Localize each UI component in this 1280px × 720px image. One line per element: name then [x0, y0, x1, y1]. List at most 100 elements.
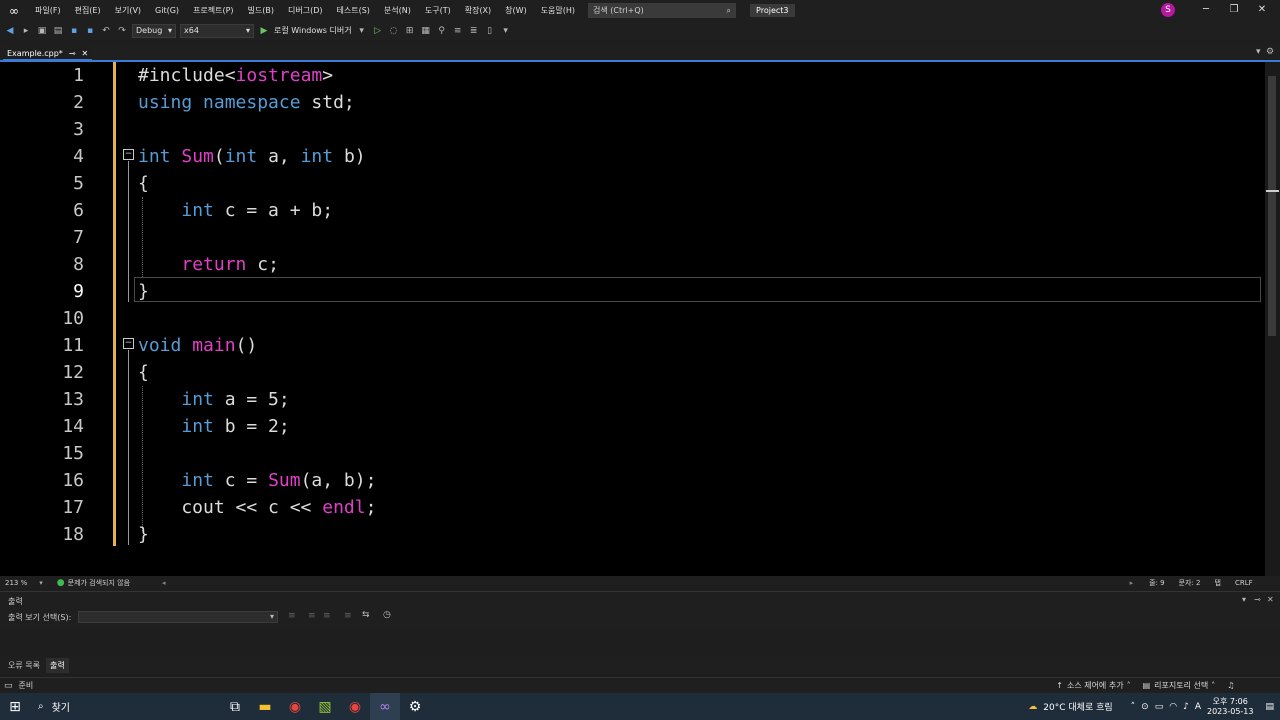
comment-icon[interactable]: ≡: [452, 26, 464, 36]
close-icon[interactable]: ✕: [1267, 595, 1274, 604]
output-text-area[interactable]: [0, 628, 1280, 658]
pin-icon[interactable]: ⊸: [1254, 595, 1261, 604]
code-editor[interactable]: − − 1 #include<iostream> 2 using namespa…: [0, 62, 1265, 576]
output-source-select[interactable]: ▾: [78, 611, 278, 623]
clear-all-icon[interactable]: ≡: [344, 611, 352, 621]
line-ending-indicator[interactable]: CRLF: [1235, 579, 1253, 587]
menu-window[interactable]: 창(W): [498, 5, 534, 16]
visual-studio-icon[interactable]: ∞: [370, 693, 400, 720]
volume-icon[interactable]: ♪: [1183, 702, 1189, 712]
weather-text[interactable]: 20°C 대체로 흐림: [1043, 700, 1112, 713]
toolbar-options-icon[interactable]: ▾: [500, 26, 512, 36]
vs-status-bar: ▭ 준비 ↑ 소스 제어에 추가 ˄ ▤ 리포지토리 선택 ˄ ♫: [0, 677, 1280, 693]
tab-output[interactable]: 출력: [45, 658, 69, 673]
close-icon[interactable]: ✕: [1252, 2, 1272, 18]
code-line: 6 int c = a + b;: [0, 197, 1265, 224]
taskbar-search[interactable]: ⌕ 찾기: [30, 693, 220, 720]
file-explorer-icon[interactable]: ▬: [250, 693, 280, 720]
notification-bell-icon[interactable]: ♫: [1227, 681, 1234, 690]
vertical-scrollbar[interactable]: [1265, 62, 1280, 576]
visual-studio-logo-icon[interactable]: ∞: [0, 0, 28, 21]
tab-list-icon[interactable]: ▾: [1256, 47, 1261, 57]
word-wrap-icon[interactable]: ⇆: [362, 610, 370, 620]
notification-icon[interactable]: ▤: [1265, 702, 1274, 712]
code-line: 8 return c;: [0, 251, 1265, 278]
previous-message-icon[interactable]: ≡: [308, 611, 316, 621]
search-input[interactable]: 검색 (Ctrl+Q) ⌕: [588, 3, 737, 18]
uncomment-icon[interactable]: ≣: [468, 26, 480, 36]
settings-icon[interactable]: ⚙: [1266, 47, 1274, 57]
search-icon: ⌕: [726, 5, 732, 15]
account-avatar[interactable]: S: [1161, 3, 1175, 17]
menu-help[interactable]: 도움말(H): [534, 5, 582, 16]
chrome-icon[interactable]: ◉: [280, 693, 310, 720]
menu-view[interactable]: 보기(V): [108, 5, 148, 16]
add-to-source-control-button[interactable]: 소스 제어에 추가: [1067, 680, 1124, 691]
line-indicator[interactable]: 줄: 9: [1149, 578, 1164, 588]
chevron-down-icon: ▾: [269, 612, 274, 621]
clock-icon[interactable]: ◷: [383, 610, 391, 620]
next-message-icon[interactable]: ≡: [323, 611, 331, 621]
find-message-icon[interactable]: ≡: [288, 611, 296, 621]
menu-extensions[interactable]: 확장(X): [458, 5, 498, 16]
scrollbar-thumb[interactable]: [1268, 76, 1276, 336]
solution-explorer-icon[interactable]: ▦: [420, 26, 432, 36]
navigate-forward-icon[interactable]: ▸: [20, 26, 32, 36]
menu-tools[interactable]: 도구(T): [418, 5, 458, 16]
start-debugging-button[interactable]: 로컬 Windows 디버거: [274, 25, 352, 36]
scroll-right-icon[interactable]: ▸: [1130, 579, 1134, 587]
new-project-icon[interactable]: ▣: [36, 26, 48, 36]
save-icon[interactable]: ▪: [68, 26, 80, 36]
issues-status[interactable]: 문제가 검색되지 않음: [68, 578, 130, 588]
battery-icon[interactable]: ▭: [1155, 702, 1164, 712]
menu-project[interactable]: 프로젝트(P): [186, 5, 241, 16]
save-all-icon[interactable]: ▪: [84, 26, 96, 36]
configuration-select[interactable]: Debug ▾: [132, 23, 176, 38]
start-debugging-icon[interactable]: ▶: [258, 26, 270, 36]
network-icon[interactable]: ⊙: [1141, 702, 1149, 712]
whitespace-indicator[interactable]: 탭: [1214, 578, 1220, 588]
navigate-back-icon[interactable]: ◀: [4, 26, 16, 36]
menu-git[interactable]: Git(G): [148, 6, 186, 15]
menu-test[interactable]: 테스트(S): [330, 5, 377, 16]
menu-build[interactable]: 빌드(B): [241, 5, 281, 16]
minimize-icon[interactable]: ─: [1196, 2, 1216, 18]
scroll-left-icon[interactable]: ◂: [162, 579, 166, 587]
diagnostics-icon[interactable]: ⊞: [404, 26, 416, 36]
close-tab-icon[interactable]: ✕: [82, 49, 89, 58]
tab-example-cpp[interactable]: Example.cpp* ⊸ ✕: [3, 47, 93, 61]
select-repository-button[interactable]: 리포지토리 선택: [1154, 680, 1208, 691]
wifi-icon[interactable]: ◠: [1169, 702, 1177, 712]
chrome-profile-icon[interactable]: ◉: [340, 693, 370, 720]
hot-reload-icon[interactable]: ◌: [388, 26, 400, 36]
panel-options-icon[interactable]: ▾: [1242, 595, 1246, 604]
bookmark-icon[interactable]: ▯: [484, 26, 496, 36]
task-view-icon[interactable]: ⧉: [220, 693, 250, 720]
menu-debug[interactable]: 디버그(D): [281, 5, 329, 16]
open-file-icon[interactable]: ▤: [52, 26, 64, 36]
maximize-icon[interactable]: ❐: [1224, 2, 1244, 18]
tab-error-list[interactable]: 오류 목록: [4, 658, 44, 673]
char-indicator[interactable]: 문자: 2: [1179, 578, 1201, 588]
clock[interactable]: 오후 7:06 2023-05-13: [1207, 697, 1254, 717]
chevron-up-icon[interactable]: ˄: [1131, 702, 1136, 712]
chevron-down-icon[interactable]: ▾: [356, 26, 368, 36]
find-in-files-icon[interactable]: ⚲: [436, 26, 448, 36]
chevron-down-icon[interactable]: ▾: [39, 579, 43, 587]
zoom-level[interactable]: 213 %: [5, 579, 27, 587]
undo-icon[interactable]: ↶: [100, 26, 112, 36]
settings-icon[interactable]: ⚙: [400, 693, 430, 720]
chevron-up-icon[interactable]: ˄: [1127, 681, 1131, 690]
code-line: 12 {: [0, 359, 1265, 386]
chevron-up-icon[interactable]: ˄: [1211, 681, 1215, 690]
ime-indicator[interactable]: A: [1195, 702, 1201, 712]
menu-edit[interactable]: 편집(E): [68, 5, 108, 16]
menu-analyze[interactable]: 분석(N): [377, 5, 418, 16]
menu-file[interactable]: 파일(F): [28, 5, 68, 16]
notepad-icon[interactable]: ▧: [310, 693, 340, 720]
platform-select[interactable]: x64 ▾: [180, 23, 254, 38]
start-without-debugging-icon[interactable]: ▷: [372, 26, 384, 36]
redo-icon[interactable]: ↷: [116, 26, 128, 36]
pin-icon[interactable]: ⊸: [69, 49, 76, 58]
windows-start-icon[interactable]: ⊞: [0, 693, 30, 720]
